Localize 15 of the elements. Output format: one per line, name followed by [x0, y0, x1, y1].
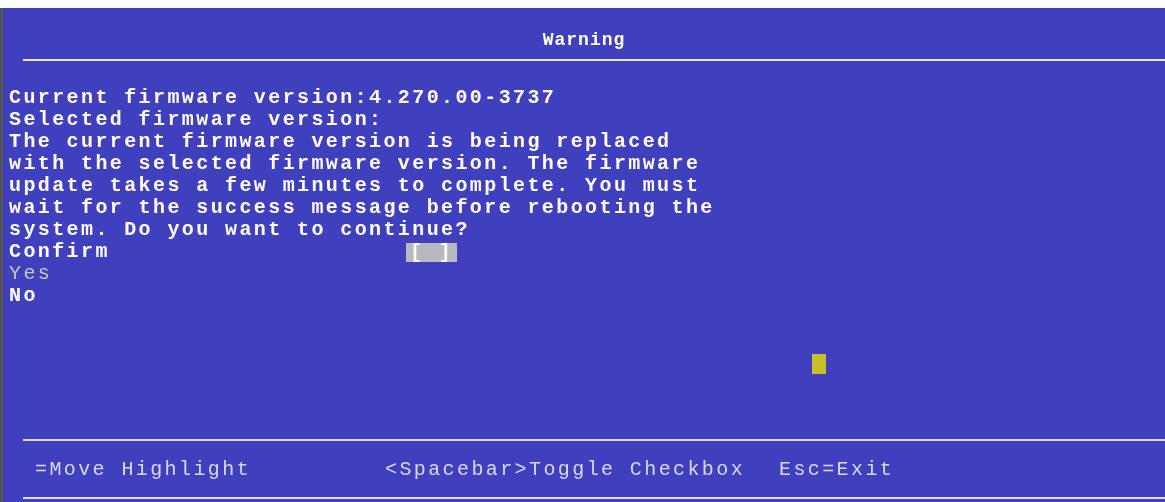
text-cursor	[812, 354, 826, 374]
key-hint: <Spacebar>Toggle Checkbox	[385, 457, 747, 481]
key-hint: Esc=Exit	[779, 457, 895, 481]
message-line: with the selected firmware version. The firmware	[9, 153, 702, 175]
message-line: Current firmware version:4.270.00-3737	[9, 87, 558, 109]
option-item[interactable]: Yes	[9, 263, 53, 285]
message-line: system. Do you want to continue?	[9, 219, 471, 241]
message-line: update takes a few minutes to complete. You must	[9, 175, 702, 197]
option-item[interactable]: No	[9, 285, 38, 307]
message-line: wait for the success message before rebooting the	[9, 197, 716, 219]
message-line: Selected firmware version:	[9, 109, 385, 131]
message-line: The current firmware version is being replaced	[9, 131, 673, 153]
confirm-label: Confirm	[9, 241, 111, 263]
dialog-title: Warning	[541, 29, 627, 52]
key-hint: =Move Highlight	[35, 457, 253, 481]
